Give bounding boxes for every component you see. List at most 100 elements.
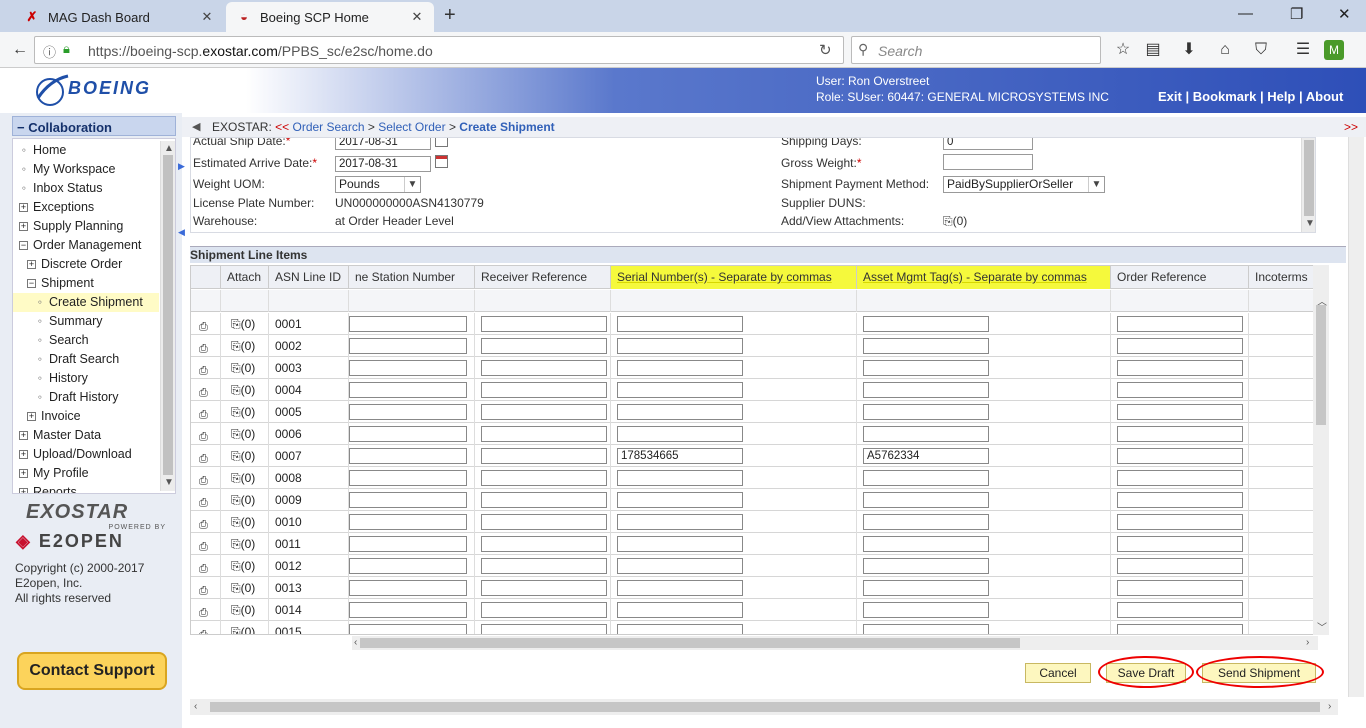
receiver-reference-input[interactable] <box>481 602 607 618</box>
station-number-input[interactable] <box>349 404 467 420</box>
receiver-reference-input[interactable] <box>481 470 607 486</box>
bullet-icon[interactable]: ◦ <box>35 369 45 388</box>
serial-numbers-input[interactable] <box>617 514 743 530</box>
close-icon[interactable]: ✕ <box>200 9 214 25</box>
receiver-reference-input[interactable] <box>481 404 607 420</box>
order-reference-input[interactable] <box>1117 448 1243 464</box>
attach-cell[interactable]: ⎘(0) <box>221 379 269 401</box>
serial-numbers-input[interactable] <box>617 580 743 596</box>
serial-numbers-input[interactable] <box>617 360 743 376</box>
sidebar-item-history[interactable]: ◦ History <box>13 369 159 388</box>
expand-icon[interactable]: + <box>19 450 28 460</box>
receiver-reference-input[interactable] <box>481 514 607 530</box>
receiver-reference-input[interactable] <box>481 492 607 508</box>
receiver-reference-input[interactable] <box>481 624 607 634</box>
collapse-icon[interactable]: − <box>19 241 28 251</box>
attach-cell[interactable]: ⎘(0) <box>221 335 269 357</box>
asset-tags-input[interactable] <box>863 602 989 618</box>
calendar-icon[interactable] <box>435 138 448 147</box>
breadcrumb-back[interactable]: << <box>275 120 289 134</box>
sidebar-item-summary[interactable]: ◦ Summary <box>13 312 159 331</box>
weight-uom-select[interactable]: Pounds ▼ <box>335 176 421 193</box>
sidebar-item-create-shipment[interactable]: ◦ Create Shipment <box>13 293 159 312</box>
receiver-reference-input[interactable] <box>481 382 607 398</box>
station-number-input[interactable] <box>349 580 467 596</box>
serial-numbers-input[interactable] <box>617 470 743 486</box>
serial-numbers-input[interactable] <box>617 492 743 508</box>
info-icon[interactable]: ⓘ <box>43 42 56 61</box>
edit-row-icon[interactable]: ⎙ <box>199 580 211 597</box>
asset-tags-input[interactable] <box>863 536 989 552</box>
sidebar-item-order-management[interactable]: − Order Management <box>13 236 159 255</box>
cancel-button[interactable]: Cancel <box>1025 663 1091 683</box>
serial-numbers-input[interactable] <box>617 536 743 552</box>
breadcrumb-forward[interactable]: >> <box>1344 118 1358 136</box>
receiver-reference-input[interactable] <box>481 536 607 552</box>
extension-icon[interactable]: M <box>1324 40 1344 60</box>
serial-numbers-input[interactable] <box>617 624 743 634</box>
col-order-reference-header[interactable]: Order Reference <box>1111 266 1249 289</box>
sidebar-item-draft-history[interactable]: ◦ Draft History <box>13 388 159 407</box>
star-icon[interactable]: ☆ <box>1111 38 1135 62</box>
form-scrollbar[interactable]: ▼ <box>1301 138 1315 232</box>
page-horizontal-scrollbar[interactable]: ‹ › <box>190 699 1338 715</box>
expand-icon[interactable]: + <box>19 488 28 493</box>
receiver-reference-input[interactable] <box>481 558 607 574</box>
asset-tags-input[interactable] <box>863 382 989 398</box>
station-number-input[interactable] <box>349 316 467 332</box>
minimize-icon[interactable]: — <box>1238 5 1253 22</box>
expand-icon[interactable]: + <box>19 469 28 479</box>
station-number-input[interactable] <box>349 360 467 376</box>
collapse-left-icon[interactable]: ◀ <box>178 227 185 238</box>
asset-tags-input[interactable] <box>863 624 989 634</box>
scroll-right-icon[interactable]: › <box>1306 637 1309 648</box>
sidebar-item-my-profile[interactable]: + My Profile <box>13 464 159 483</box>
serial-numbers-input[interactable] <box>617 316 743 332</box>
nav-scrollbar[interactable]: ▲ ▼ <box>160 141 175 491</box>
bullet-icon[interactable]: ◦ <box>35 293 45 312</box>
edit-row-icon[interactable]: ⎙ <box>199 470 211 487</box>
bullet-icon[interactable]: ◦ <box>35 331 45 350</box>
scroll-right-icon[interactable]: › <box>1328 701 1331 712</box>
sidebar-item-discrete-order[interactable]: + Discrete Order <box>13 255 159 274</box>
station-number-input[interactable] <box>349 338 467 354</box>
attach-cell[interactable]: ⎘(0) <box>221 313 269 335</box>
col-asn-line-id-header[interactable]: ASN Line ID <box>269 266 349 289</box>
station-number-input[interactable] <box>349 426 467 442</box>
asset-tags-input[interactable] <box>863 404 989 420</box>
reading-list-icon[interactable]: ▤ <box>1141 38 1165 62</box>
scroll-up-icon[interactable]: ▲ <box>164 143 174 154</box>
edit-row-icon[interactable]: ⎙ <box>199 624 211 634</box>
receiver-reference-input[interactable] <box>481 360 607 376</box>
edit-row-icon[interactable]: ⎙ <box>199 404 211 421</box>
tab-mag-dashboard[interactable]: ✗ MAG Dash Board ✕ <box>14 2 224 32</box>
sidebar-item-shipment[interactable]: − Shipment <box>13 274 159 293</box>
attach-cell[interactable]: ⎘(0) <box>221 577 269 599</box>
sidebar-item-supply-planning[interactable]: + Supply Planning <box>13 217 159 236</box>
edit-row-icon[interactable]: ⎙ <box>199 558 211 575</box>
grid-vertical-scrollbar[interactable]: ︿ ﹀ <box>1313 265 1329 635</box>
scroll-left-icon[interactable]: ‹ <box>354 637 357 648</box>
edit-row-icon[interactable]: ⎙ <box>199 602 211 619</box>
station-number-input[interactable] <box>349 470 467 486</box>
collapse-icon[interactable]: − <box>17 120 25 135</box>
bookmark-link[interactable]: Bookmark <box>1193 89 1257 104</box>
station-number-input[interactable] <box>349 514 467 530</box>
order-reference-input[interactable] <box>1117 470 1243 486</box>
station-number-input[interactable] <box>349 558 467 574</box>
new-tab-icon[interactable]: + <box>444 4 456 27</box>
collapse-icon[interactable]: − <box>27 279 36 289</box>
serial-numbers-input[interactable] <box>617 338 743 354</box>
attach-cell[interactable]: ⎘(0) <box>221 511 269 533</box>
station-number-input[interactable] <box>349 382 467 398</box>
expand-icon[interactable]: + <box>27 260 36 270</box>
bullet-icon[interactable]: ◦ <box>19 160 29 179</box>
breadcrumb-select-order[interactable]: Select Order <box>378 120 445 134</box>
receiver-reference-input[interactable] <box>481 338 607 354</box>
col-attach-header[interactable]: Attach <box>221 266 269 289</box>
station-number-input[interactable] <box>349 624 467 634</box>
attach-cell[interactable]: ⎘(0) <box>221 445 269 467</box>
order-reference-input[interactable] <box>1117 602 1243 618</box>
serial-numbers-input[interactable] <box>617 382 743 398</box>
order-reference-input[interactable] <box>1117 426 1243 442</box>
